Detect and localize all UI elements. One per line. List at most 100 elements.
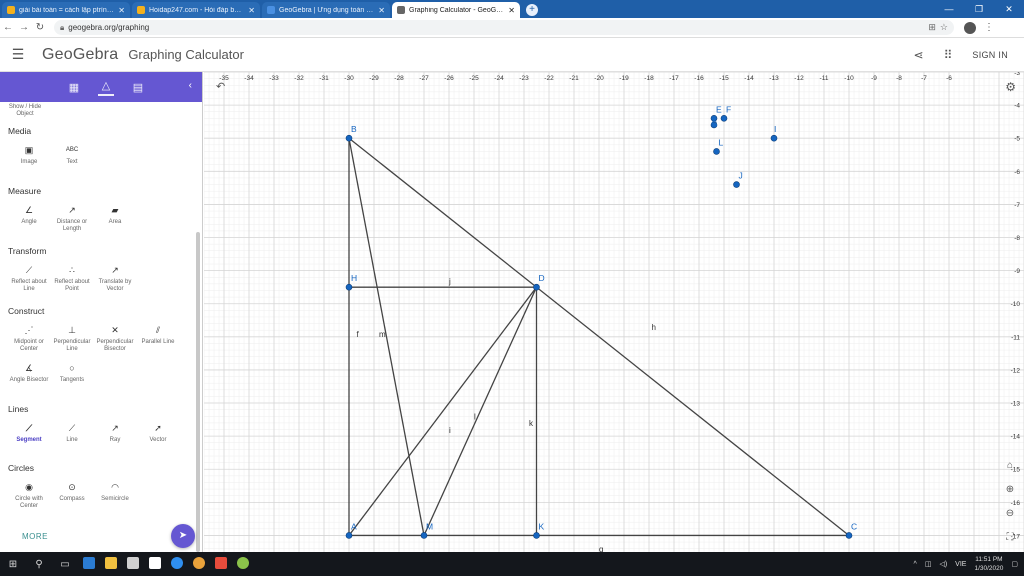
tool-distance[interactable]: ↗ Distance or Length <box>49 204 95 233</box>
tab-title: Hoidap247.com - Hỏi đáp bài tập <box>149 6 245 14</box>
table-icon[interactable]: ▤ <box>130 81 146 94</box>
point-J[interactable] <box>733 181 740 188</box>
notifications-icon[interactable]: ▢ <box>1011 560 1018 568</box>
point-I[interactable] <box>770 134 778 142</box>
point-K[interactable] <box>533 532 540 539</box>
bookmark-star-icon[interactable]: ☆ <box>940 22 948 33</box>
search-icon[interactable]: ⚲ <box>26 559 52 570</box>
tool-perpendicular[interactable]: ⊥ Perpendicular Line <box>49 324 95 353</box>
x-tick-label: -9 <box>871 75 877 82</box>
browser-tab[interactable]: Graphing Calculator - GeoGebra ✕ <box>392 2 520 18</box>
back-icon[interactable]: ← <box>0 22 16 33</box>
tool-bisector[interactable]: ✕ Perpendicular Bisector <box>92 324 138 353</box>
point-L[interactable] <box>713 148 720 155</box>
collapse-panel-icon[interactable]: ‹ <box>189 80 192 91</box>
store-icon[interactable] <box>144 556 166 572</box>
tool-text[interactable]: ABC Text <box>49 144 95 166</box>
browser-tab[interactable]: GeoGebra | Ứng dụng toán học ✕ <box>262 2 390 18</box>
point-M[interactable] <box>420 532 428 539</box>
move-tool-button[interactable]: ➤ <box>171 524 195 548</box>
tool-image[interactable]: ▣ Image <box>6 144 52 166</box>
point-H[interactable] <box>345 283 353 291</box>
tray-arrow-icon[interactable]: ^ <box>914 561 917 568</box>
close-tab-icon[interactable]: ✕ <box>118 6 125 15</box>
browser-tab[interactable]: Hoidap247.com - Hỏi đáp bài tập ✕ <box>132 2 260 18</box>
graphics-view[interactable]: -35 -34 -33 -32 -31 -30 -29 -28 -27 -26 -25 -24 -23-… <box>204 72 1024 552</box>
point-F[interactable] <box>720 115 728 122</box>
graph-canvas[interactable]: -35 -34 -33 -32 -31 -30 -29 -28 -27 -26 -25 -24 -23-… <box>204 72 1024 552</box>
volume-icon[interactable]: ◁) <box>939 560 947 568</box>
segment-l[interactable] <box>423 286 538 536</box>
task-view-icon[interactable]: ▭ <box>52 559 78 570</box>
tool-midpoint[interactable]: ⋰ Midpoint or Center <box>6 324 52 353</box>
mail-icon[interactable] <box>122 556 144 572</box>
calculator-icon[interactable]: ▦ <box>66 81 82 94</box>
circle-center-icon: ◉ <box>25 482 33 492</box>
more-tools-button[interactable]: MORE <box>22 532 48 541</box>
browser-tab[interactable]: giải bài toán = cách lập ptrình k: ✕ <box>2 2 130 18</box>
sign-in-button[interactable]: SIGN IN <box>972 50 1008 60</box>
reload-icon[interactable]: ↻ <box>32 22 48 33</box>
tool-semicircle[interactable]: ◠ Semicircle <box>92 481 138 503</box>
browser-menu-icon[interactable]: ⋮ <box>984 22 994 33</box>
segment-icon: ⟋ <box>25 423 33 433</box>
profile-avatar[interactable] <box>964 21 976 34</box>
point-label-L: L <box>719 137 724 147</box>
apps-grid-icon[interactable]: ⠿ <box>944 48 953 62</box>
home-icon[interactable]: ⌂ <box>1002 458 1018 474</box>
point-B[interactable] <box>345 134 353 142</box>
maximize-icon[interactable]: ❐ <box>964 0 994 18</box>
show-hide-tool[interactable]: Show / Hide Object <box>2 104 48 118</box>
geogebra-logo[interactable]: GeoGebra <box>42 46 118 64</box>
tool-parallel[interactable]: ⫽ Parallel Line <box>135 324 181 346</box>
tool-circle-center[interactable]: ◉ Circle with Center <box>6 481 52 510</box>
share-icon[interactable]: ⋖ <box>914 48 924 62</box>
geogebra-app-icon[interactable] <box>232 556 254 572</box>
tool-segment[interactable]: ⟋ Segment <box>6 422 52 444</box>
close-window-icon[interactable]: ✕ <box>994 0 1024 18</box>
point-D[interactable] <box>533 283 540 291</box>
undo-icon[interactable]: ↶ <box>216 80 225 93</box>
forward-icon[interactable]: → <box>16 22 32 33</box>
tool-label: Ray <box>109 437 121 443</box>
network-icon[interactable]: ◫ <box>925 560 932 568</box>
tool-angle-bisector[interactable]: ∡ Angle Bisector <box>6 362 52 384</box>
translate-icon[interactable]: ⊞ <box>928 22 936 33</box>
tool-line[interactable]: ⟋ Line <box>49 422 95 444</box>
tools-tab-icon[interactable]: △ <box>98 79 114 96</box>
perpendicular-icon: ⊥ <box>68 325 76 335</box>
tool-translate[interactable]: ↗ Translate by Vector <box>92 264 138 293</box>
point-C[interactable] <box>845 532 853 539</box>
tool-vector[interactable]: ➚ Vector <box>135 422 181 444</box>
point-A[interactable] <box>345 532 353 539</box>
fullscreen-icon[interactable]: ⛶ <box>1002 530 1018 546</box>
windows-start-icon[interactable]: ⊞ <box>0 559 26 570</box>
tool-compass[interactable]: ⊙ Compass <box>49 481 95 503</box>
tool-area[interactable]: ▰ Area <box>92 204 138 226</box>
segment-i[interactable] <box>348 286 538 536</box>
panel-scrollbar[interactable] <box>196 232 200 552</box>
settings-gear-icon[interactable]: ⚙ <box>1005 80 1016 94</box>
minimize-icon[interactable]: — <box>934 0 964 18</box>
zoom-out-icon[interactable]: ⊖ <box>1002 506 1018 522</box>
language-indicator[interactable]: VIE <box>955 561 966 568</box>
section-title: Circles <box>8 463 34 473</box>
edge-icon[interactable] <box>78 556 100 572</box>
close-tab-icon[interactable]: ✕ <box>248 6 255 15</box>
url-input[interactable]: 🔒︎ geogebra.org/graphing ⊞ ☆ <box>54 20 954 35</box>
tool-angle[interactable]: ∠ Angle <box>6 204 52 226</box>
hamburger-menu-icon[interactable]: ☰ <box>0 46 36 63</box>
skype-icon[interactable] <box>210 556 232 572</box>
zoom-in-icon[interactable]: ⊕ <box>1002 482 1018 498</box>
chrome-icon[interactable] <box>188 556 210 572</box>
new-tab-button[interactable]: + <box>526 4 538 16</box>
tool-reflect-point[interactable]: ∴ Reflect about Point <box>49 264 95 293</box>
tool-tangents[interactable]: ○ Tangents <box>49 362 95 384</box>
file-explorer-icon[interactable] <box>100 556 122 572</box>
close-tab-icon[interactable]: ✕ <box>508 6 515 15</box>
zalo-icon[interactable] <box>166 556 188 572</box>
tool-reflect-line[interactable]: ⟋ Reflect about Line <box>6 264 52 293</box>
close-tab-icon[interactable]: ✕ <box>378 6 385 15</box>
clock[interactable]: 11:51 PM 1/30/2020 <box>974 555 1003 573</box>
tool-ray[interactable]: ↗ Ray <box>92 422 138 444</box>
